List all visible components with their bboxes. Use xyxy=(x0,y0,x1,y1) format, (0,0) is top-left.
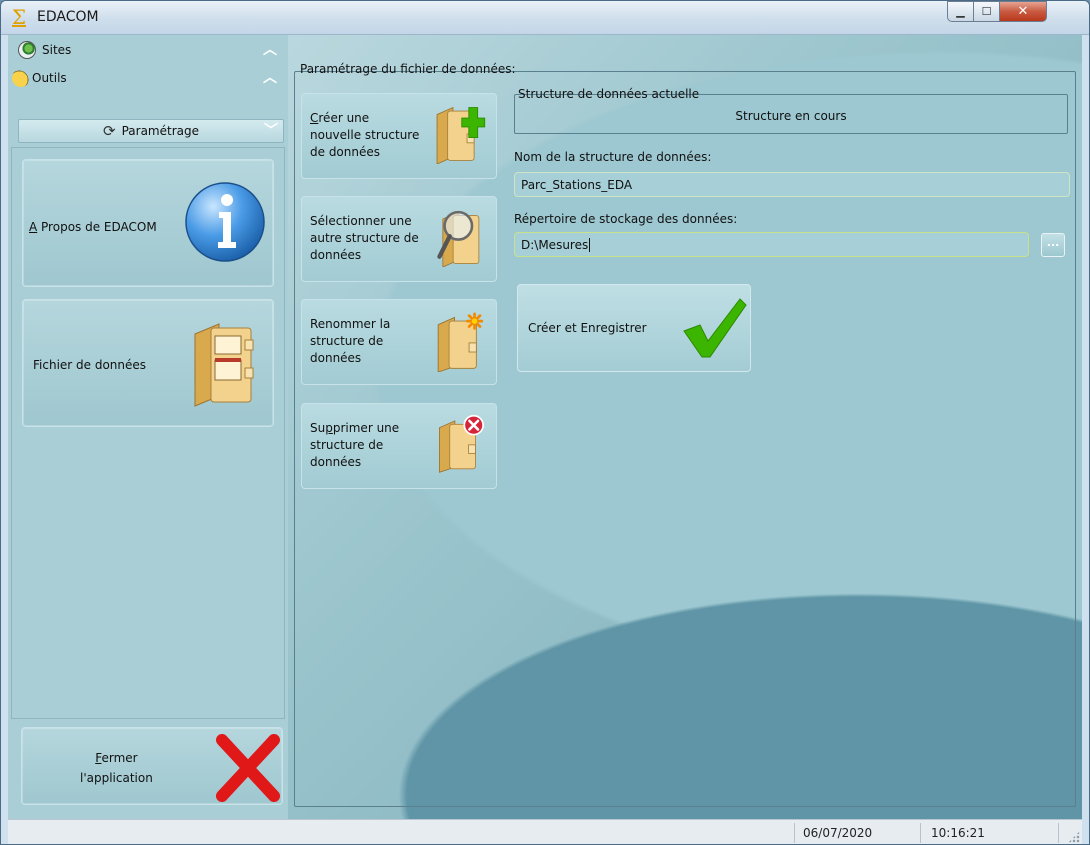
minimize-icon: ▁ xyxy=(956,5,965,18)
select-structure-label: Sélectionner une autre structure de donn… xyxy=(310,214,419,262)
close-application-button[interactable]: Fermer l'application xyxy=(21,727,283,805)
close-icon: ✕ xyxy=(1017,4,1029,19)
structure-name-label: Nom de la structure de données: xyxy=(514,150,712,164)
maximize-button[interactable]: ☐ xyxy=(973,1,1000,22)
maximize-icon: ☐ xyxy=(981,5,992,18)
storage-directory-label: Répertoire de stockage des données: xyxy=(514,212,738,226)
green-check-icon xyxy=(683,298,747,358)
delete-structure-button[interactable]: Supprimer une structure de données xyxy=(301,403,497,489)
select-structure-button[interactable]: Sélectionner une autre structure de donn… xyxy=(301,196,497,282)
sidebar-panel: A Propos de EDACOM Fichier de données xyxy=(11,147,285,719)
red-cross-icon xyxy=(216,734,280,802)
about-label: A Propos de EDACOM xyxy=(29,220,157,234)
sidebar-section-label: Outils xyxy=(32,71,67,85)
minimize-button[interactable]: ▁ xyxy=(947,1,974,22)
about-edacom-button[interactable]: A Propos de EDACOM xyxy=(22,159,274,287)
data-file-folder-icon xyxy=(194,323,254,407)
chevron-up-icon[interactable]: ︿ xyxy=(262,42,278,58)
browse-directory-button[interactable]: ... xyxy=(1041,233,1065,257)
sigma-app-icon: Σ xyxy=(9,6,29,28)
settings-spinner-icon: ⟳ xyxy=(103,122,116,140)
current-structure-title: Structure de données actuelle xyxy=(518,87,700,101)
current-structure-value: Structure en cours xyxy=(735,109,847,123)
close-area: Fermer l'application xyxy=(11,723,285,817)
leaf-globe-icon xyxy=(18,41,36,59)
close-application-label: Fermer l'application xyxy=(80,751,153,785)
delete-structure-label: Supprimer une structure de données xyxy=(310,421,400,469)
chevron-down-icon[interactable]: ﹀ xyxy=(263,123,279,139)
chevron-up-icon[interactable]: ︿ xyxy=(262,70,278,86)
group-title: Paramétrage du fichier de données: xyxy=(300,62,516,76)
status-bar: 06/07/2020 10:16:21 xyxy=(8,819,1082,844)
tools-icon xyxy=(12,69,30,87)
folder-add-icon xyxy=(436,106,486,164)
sidebar-section-label: Paramétrage xyxy=(121,124,199,138)
rename-structure-button[interactable]: Renommer la structure de données xyxy=(301,299,497,385)
create-structure-button[interactable]: Créer une nouvelle structure de données xyxy=(301,93,497,179)
create-and-save-button[interactable]: Créer et Enregistrer xyxy=(517,284,751,372)
folder-rename-icon xyxy=(437,312,484,372)
sidebar-section-label: Sites xyxy=(42,43,72,57)
data-file-button[interactable]: Fichier de données xyxy=(22,299,274,427)
status-date: 06/07/2020 xyxy=(794,823,918,843)
create-and-save-label: Créer et Enregistrer xyxy=(528,321,647,335)
sidebar: Sites ︿ Outils ︿ ⟳ Paramétrage ﹀ A Propo… xyxy=(8,35,288,819)
client-area: Sites ︿ Outils ︿ ⟳ Paramétrage ﹀ A Propo… xyxy=(8,35,1082,819)
storage-directory-field[interactable]: D:\Mesures xyxy=(514,232,1029,257)
app-window: Σ EDACOM ▁ ☐ ✕ Sites ︿ Outils ︿ ⟳ Paramé… xyxy=(0,0,1090,845)
sidebar-section-parametrage[interactable]: ⟳ Paramétrage ﹀ xyxy=(18,119,284,143)
close-window-button[interactable]: ✕ xyxy=(999,1,1047,22)
sidebar-section-outils[interactable]: Outils ︿ xyxy=(8,65,288,91)
window-title: EDACOM xyxy=(37,9,99,25)
create-structure-label: Créer une nouvelle structure de données xyxy=(310,111,420,159)
structure-name-field[interactable]: Parc_Stations_EDA xyxy=(514,172,1070,197)
info-icon xyxy=(185,182,265,262)
folder-search-icon xyxy=(437,210,480,267)
rename-structure-label: Renommer la structure de données xyxy=(310,317,391,365)
status-time: 10:16:21 xyxy=(920,823,1054,843)
title-bar[interactable]: Σ EDACOM ▁ ☐ ✕ xyxy=(1,1,1089,35)
folder-delete-icon xyxy=(439,414,484,473)
sidebar-section-sites[interactable]: Sites ︿ xyxy=(8,37,288,63)
data-file-label: Fichier de données xyxy=(33,358,147,372)
